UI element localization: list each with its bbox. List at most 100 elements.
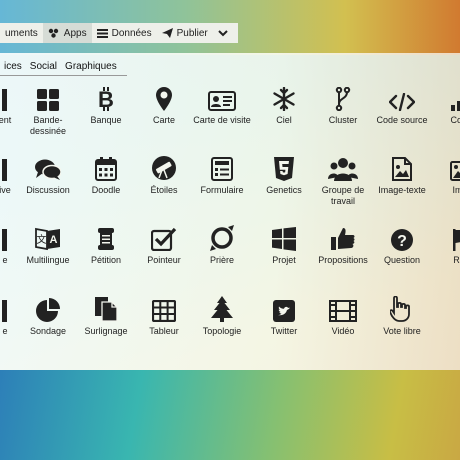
app-label: Banque <box>90 115 122 125</box>
app-cluster[interactable]: Cluster <box>313 83 373 126</box>
bitcoin-icon: B <box>76 83 136 111</box>
form-icon <box>192 153 252 181</box>
app-propositions[interactable]: Propositions <box>313 223 373 266</box>
app-bande-dessin-e[interactable]: Bande-dessinée <box>18 83 78 137</box>
id-card-icon <box>192 83 252 111</box>
question-icon: ? <box>372 223 432 251</box>
doc-icon <box>76 294 136 322</box>
app-com[interactable]: Com <box>430 83 460 126</box>
send-icon <box>161 28 173 38</box>
chat-icon <box>18 153 78 181</box>
app-label: Com <box>450 115 460 125</box>
svg-text:A: A <box>50 234 58 246</box>
more-button[interactable] <box>213 23 233 43</box>
app-genetics[interactable]: Genetics <box>254 153 314 196</box>
app-pri-re[interactable]: Prière <box>192 223 252 266</box>
app-surlignage[interactable]: Surlignage <box>76 294 136 337</box>
tab-apps[interactable]: Apps <box>42 23 92 43</box>
tab-documents-label: uments <box>5 27 38 39</box>
app-label: Pétition <box>90 255 122 265</box>
app-label: Rel <box>453 255 460 265</box>
app-p-tition[interactable]: Pétition <box>76 223 136 266</box>
app-label: Code source <box>376 115 428 125</box>
app-groupe-de-travail[interactable]: Groupe de travail <box>313 153 373 207</box>
app-rel[interactable]: Rel <box>430 223 460 266</box>
app-pointeur[interactable]: Pointeur <box>134 223 194 266</box>
tab-publier-label: Publier <box>176 27 208 39</box>
telescope-icon <box>134 153 194 181</box>
film-icon <box>313 294 373 322</box>
app-label: Propositions <box>318 255 368 265</box>
app-label: Sondage <box>29 326 67 336</box>
top-toolbar: uments Apps Données Publier <box>0 23 238 43</box>
app-banque[interactable]: B Banque <box>76 83 136 126</box>
app-carte-de-visite[interactable]: Carte de visite <box>192 83 252 126</box>
app-doodle[interactable]: Doodle <box>76 153 136 196</box>
tab-donnees-label: Données <box>111 27 152 39</box>
snowflake-icon <box>254 83 314 111</box>
app-multilingue[interactable]: 文 A Multilingue <box>18 223 78 266</box>
svg-text:?: ? <box>397 233 407 250</box>
app-label: Pointeur <box>147 255 181 265</box>
svg-text:文: 文 <box>37 233 47 246</box>
app-label: Carte de visite <box>193 115 251 125</box>
app-topologie[interactable]: Topologie <box>192 294 252 337</box>
app-label: Twitter <box>270 326 298 336</box>
tab-apps-label: Apps <box>63 27 87 39</box>
html5-icon <box>254 153 314 181</box>
twitter-icon <box>254 294 314 322</box>
svg-text:B: B <box>98 87 114 111</box>
list-icon <box>96 28 108 38</box>
app-ciel[interactable]: Ciel <box>254 83 314 126</box>
app-carte[interactable]: Carte <box>134 83 194 126</box>
app-sondage[interactable]: Sondage <box>18 294 78 337</box>
app-label: Carte <box>152 115 175 125</box>
map-pin-icon <box>134 83 194 111</box>
app-label: Tableur <box>149 326 179 336</box>
chevron-down-icon <box>218 29 228 37</box>
app-formulaire[interactable]: Formulaire <box>192 153 252 196</box>
language-icon: 文A <box>18 223 78 251</box>
app-toiles[interactable]: Étoiles <box>134 153 194 196</box>
tree-icon <box>192 294 252 322</box>
ring-icon <box>192 223 252 251</box>
tab-publier[interactable]: Publier <box>157 23 213 43</box>
hand-icon <box>372 294 432 322</box>
app-code-source[interactable]: Code source <box>372 83 432 126</box>
app-vote-libre[interactable]: Vote libre <box>372 294 432 337</box>
app-label: Ima <box>452 185 460 195</box>
app-label: Image-texte <box>378 185 426 195</box>
app-label: Discussion <box>26 185 70 195</box>
app-image-texte[interactable]: Image-texte <box>372 153 432 196</box>
flag-icon <box>430 223 460 251</box>
background-bottom <box>0 370 460 460</box>
app-label: Groupe de travail <box>321 185 365 206</box>
bars-icon <box>430 83 460 111</box>
app-ima[interactable]: Ima <box>430 153 460 196</box>
app-label: Formulaire <box>200 185 244 195</box>
app-vid-o[interactable]: Vidéo <box>313 294 373 337</box>
app-label: Ciel <box>276 115 292 125</box>
app-label: Vidéo <box>331 326 355 336</box>
thumbs-up-icon <box>313 223 373 251</box>
image-icon <box>430 153 460 181</box>
tab-documents[interactable]: uments <box>0 23 43 43</box>
app-label: Multilingue <box>26 255 70 265</box>
code-icon <box>372 83 432 111</box>
app-projet[interactable]: Projet <box>254 223 314 266</box>
pie-icon <box>18 294 78 322</box>
windows-icon <box>254 223 314 251</box>
app-discussion[interactable]: Discussion <box>18 153 78 196</box>
app-tableur[interactable]: Tableur <box>134 294 194 337</box>
scroll-icon <box>76 223 136 251</box>
app-label: Cluster <box>328 115 358 125</box>
app-label: Prière <box>209 255 234 265</box>
calendar-icon <box>76 153 136 181</box>
tab-donnees[interactable]: Données <box>92 23 157 43</box>
app-label: Doodle <box>91 185 121 195</box>
image-file-icon <box>372 153 432 181</box>
app-label: Genetics <box>266 185 302 195</box>
app-question[interactable]: ? Question <box>372 223 432 266</box>
app-grid: ent Bande-dessinée B Banque Carte Carte de vi… <box>0 53 460 370</box>
app-twitter[interactable]: Twitter <box>254 294 314 337</box>
